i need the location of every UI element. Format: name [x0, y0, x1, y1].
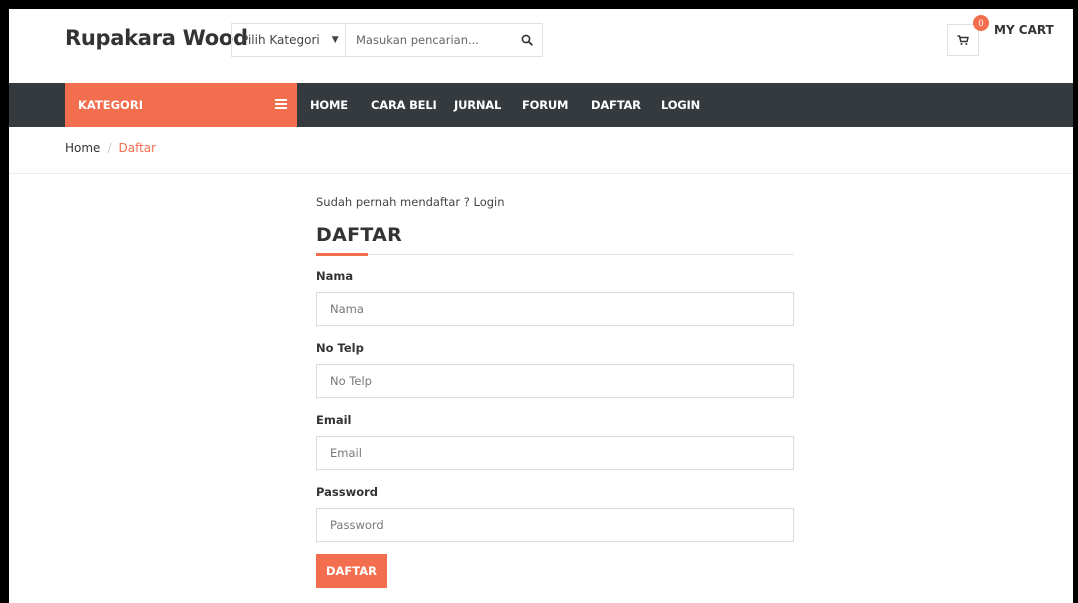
nama-input[interactable]: Nama [316, 292, 794, 326]
daftar-submit-button[interactable]: DAFTAR [316, 554, 387, 588]
kategori-menu-button[interactable]: KATEGORI [65, 83, 297, 127]
chevron-down-icon: ▼ [331, 35, 339, 45]
breadcrumb-separator: / [107, 141, 112, 155]
nama-label: Nama [316, 269, 354, 283]
password-label: Password [316, 485, 378, 499]
title-accent [316, 253, 368, 256]
my-cart-link[interactable]: MY CART [994, 23, 1054, 37]
search-input[interactable]: Masukan pencarian... [346, 33, 512, 47]
email-label: Email [316, 413, 352, 427]
site-logo[interactable]: Rupakara Wood [65, 26, 248, 50]
password-input[interactable]: Password [316, 508, 794, 542]
cart-icon [957, 34, 969, 45]
nav-login[interactable]: LOGIN [661, 83, 700, 127]
nav-jurnal[interactable]: JURNAL [454, 83, 501, 127]
cart-button[interactable] [947, 24, 979, 56]
search-icon[interactable] [512, 34, 542, 46]
nav-daftar[interactable]: DAFTAR [591, 83, 641, 127]
page: Rupakara Wood Pilih Kategori ▼ Masukan p… [9, 9, 1073, 603]
register-form: Sudah pernah mendaftar ? Login DAFTAR Na… [316, 195, 794, 588]
title-divider [316, 253, 794, 256]
category-select-label: Pilih Kategori [241, 33, 320, 47]
no-telp-label: No Telp [316, 341, 364, 355]
category-select[interactable]: Pilih Kategori ▼ [232, 24, 346, 56]
cart-count-badge: 0 [973, 15, 989, 31]
menu-icon [275, 99, 287, 109]
form-title: DAFTAR [316, 224, 403, 246]
breadcrumb-bar: Home / Daftar [9, 127, 1073, 174]
nav-cara-beli[interactable]: CARA BELI [371, 83, 437, 127]
nav-forum[interactable]: FORUM [522, 83, 568, 127]
breadcrumb-current: Daftar [118, 141, 157, 155]
no-telp-input[interactable]: No Telp [316, 364, 794, 398]
breadcrumb-home[interactable]: Home [65, 141, 100, 155]
login-link[interactable]: Sudah pernah mendaftar ? Login [316, 195, 794, 211]
nav-home[interactable]: HOME [310, 83, 348, 127]
search-bar: Pilih Kategori ▼ Masukan pencarian... [231, 23, 543, 57]
main-navbar: KATEGORI HOME CARA BELI JURNAL FORUM DAF… [9, 83, 1073, 127]
breadcrumb: Home / Daftar [65, 141, 156, 155]
email-input[interactable]: Email [316, 436, 794, 470]
kategori-label: KATEGORI [78, 98, 143, 112]
